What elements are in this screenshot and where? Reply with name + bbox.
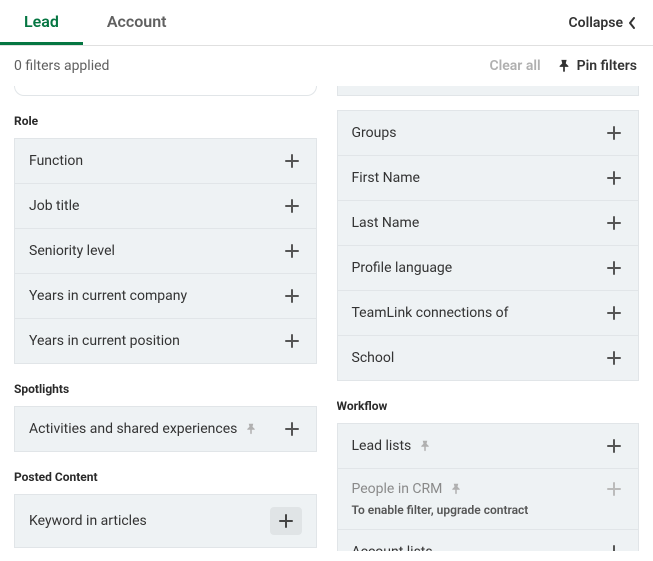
group-title-workflow: Workflow xyxy=(337,399,640,413)
tab-account[interactable]: Account xyxy=(83,0,191,45)
group-posted-content: Posted Content Keyword in articles xyxy=(14,470,317,548)
add-icon xyxy=(604,479,624,499)
tabs: Lead Account xyxy=(0,0,191,45)
filter-label: Years in current position xyxy=(29,333,180,349)
left-column: Role Function Job title Seniority level xyxy=(14,86,317,551)
pin-icon xyxy=(557,59,571,73)
add-icon[interactable] xyxy=(282,286,302,306)
filter-groups[interactable]: Groups xyxy=(337,110,640,156)
pin-icon xyxy=(450,483,462,495)
group-title-role: Role xyxy=(14,114,317,128)
filter-tabs-row: Lead Account Collapse xyxy=(0,0,653,46)
add-icon[interactable] xyxy=(604,348,624,368)
filter-label: Last Name xyxy=(352,215,420,231)
filter-keyword-articles[interactable]: Keyword in articles xyxy=(14,494,317,548)
add-icon[interactable] xyxy=(604,258,624,278)
filter-label: School xyxy=(352,350,395,366)
filter-label: Groups xyxy=(352,125,397,141)
filter-label: Function xyxy=(29,153,83,169)
collapse-label: Collapse xyxy=(569,15,623,31)
filter-job-title[interactable]: Job title xyxy=(14,184,317,229)
filter-activities[interactable]: Activities and shared experiences xyxy=(14,406,317,452)
filter-account-lists[interactable]: Account lists xyxy=(337,530,640,551)
add-icon[interactable] xyxy=(282,331,302,351)
filter-label: Years in current company xyxy=(29,288,187,304)
filter-last-name[interactable]: Last Name xyxy=(337,201,640,246)
filter-label: First Name xyxy=(352,170,420,186)
filter-lead-lists[interactable]: Lead lists xyxy=(337,423,640,469)
filter-toolbar: 0 filters applied Clear all Pin filters xyxy=(0,46,653,86)
filter-teamlink[interactable]: TeamLink connections of xyxy=(337,291,640,336)
add-icon[interactable] xyxy=(604,213,624,233)
applied-filters-count: 0 filters applied xyxy=(14,58,109,74)
filter-people-crm: People in CRM To enable filter, upgrade … xyxy=(337,469,640,530)
filter-label: Account lists xyxy=(352,544,433,551)
filter-seniority[interactable]: Seniority level xyxy=(14,229,317,274)
add-icon[interactable] xyxy=(604,303,624,323)
group-spotlights: Spotlights Activities and shared experie… xyxy=(14,382,317,452)
filter-profile-language[interactable]: Profile language xyxy=(337,246,640,291)
collapse-button[interactable]: Collapse xyxy=(569,15,637,31)
pin-filters-button[interactable]: Pin filters xyxy=(557,58,637,74)
filter-years-position[interactable]: Years in current position xyxy=(14,319,317,364)
filter-label: Profile language xyxy=(352,260,453,276)
group-personal: Groups First Name Last Name xyxy=(337,110,640,381)
filter-label: Keyword in articles xyxy=(29,513,147,529)
add-icon[interactable] xyxy=(604,436,624,456)
add-icon[interactable] xyxy=(282,151,302,171)
filter-subnote: To enable filter, upgrade contract xyxy=(352,503,529,517)
partial-card-top xyxy=(337,86,640,96)
add-icon[interactable] xyxy=(604,542,624,551)
add-icon[interactable] xyxy=(270,507,302,535)
right-column: Groups First Name Last Name xyxy=(337,86,640,551)
add-icon[interactable] xyxy=(282,241,302,261)
filter-school[interactable]: School xyxy=(337,336,640,381)
add-icon[interactable] xyxy=(282,196,302,216)
partial-card-top xyxy=(14,86,317,96)
filter-first-name[interactable]: First Name xyxy=(337,156,640,201)
chevron-left-icon xyxy=(627,16,637,30)
pin-icon xyxy=(245,423,257,435)
clear-all-button[interactable]: Clear all xyxy=(489,58,540,74)
tab-lead[interactable]: Lead xyxy=(0,0,83,45)
add-icon[interactable] xyxy=(604,168,624,188)
filter-label: Seniority level xyxy=(29,243,115,259)
add-icon[interactable] xyxy=(282,419,302,439)
group-workflow: Workflow Lead lists People in CRM xyxy=(337,399,640,551)
filter-label: Lead lists xyxy=(352,438,412,454)
filter-function[interactable]: Function xyxy=(14,138,317,184)
group-role: Role Function Job title Seniority level xyxy=(14,114,317,364)
filter-label: TeamLink connections of xyxy=(352,305,509,321)
filter-label: Job title xyxy=(29,198,79,214)
group-title-posted-content: Posted Content xyxy=(14,470,317,484)
add-icon[interactable] xyxy=(604,123,624,143)
filter-years-company[interactable]: Years in current company xyxy=(14,274,317,319)
filter-label: Activities and shared experiences xyxy=(29,421,237,437)
pin-icon xyxy=(419,440,431,452)
group-title-spotlights: Spotlights xyxy=(14,382,317,396)
pin-filters-label: Pin filters xyxy=(577,58,637,74)
filter-label: People in CRM xyxy=(352,481,443,497)
